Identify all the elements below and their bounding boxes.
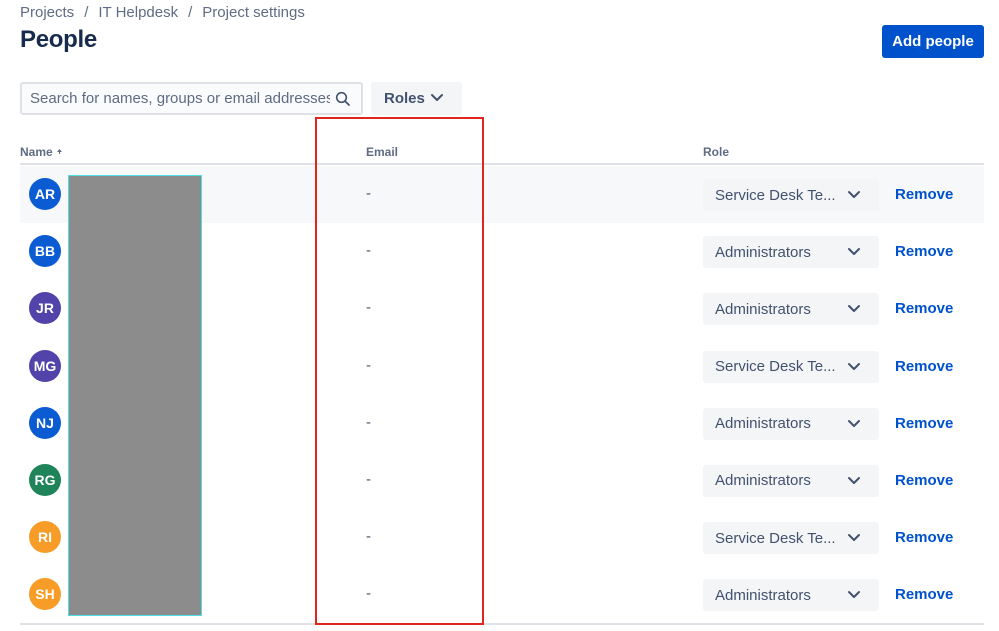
avatar[interactable]: MG (29, 349, 61, 382)
role-select[interactable]: Service Desk Te... (703, 179, 879, 211)
role-select[interactable]: Administrators (703, 293, 879, 326)
role-select-value: Administrators (715, 586, 811, 604)
avatar[interactable]: AR (29, 178, 61, 210)
chevron-down-icon (848, 248, 860, 256)
role-select[interactable]: Administrators (703, 579, 879, 612)
roles-filter-button[interactable]: Roles (371, 82, 462, 115)
page-title: People (20, 26, 97, 53)
chevron-down-icon (848, 191, 860, 198)
chevron-down-icon (848, 362, 860, 370)
breadcrumb-separator: / (188, 4, 193, 21)
role-select-value: Administrators (715, 472, 811, 490)
role-select-value: Administrators (715, 415, 811, 433)
role-select[interactable]: Administrators (703, 236, 879, 269)
remove-link[interactable]: Remove (895, 529, 953, 546)
role-select[interactable]: Administrators (703, 407, 879, 440)
breadcrumb-projects[interactable]: Projects (20, 4, 74, 21)
chevron-down-icon (848, 476, 860, 484)
avatar[interactable]: RG (29, 463, 61, 496)
breadcrumb-separator: / (84, 4, 89, 21)
remove-link[interactable]: Remove (895, 300, 953, 317)
role-select-value: Administrators (715, 243, 811, 261)
chevron-down-icon (848, 591, 860, 599)
chevron-down-icon (848, 419, 860, 427)
remove-link[interactable]: Remove (895, 243, 953, 260)
avatar[interactable]: JR (29, 292, 61, 325)
avatar[interactable]: BB (29, 235, 61, 268)
remove-link[interactable]: Remove (895, 415, 953, 432)
role-select[interactable]: Service Desk Te... (703, 350, 879, 383)
email-column-highlight (315, 117, 484, 625)
chevron-down-icon (848, 305, 860, 313)
role-select[interactable]: Service Desk Te... (703, 522, 879, 555)
remove-link[interactable]: Remove (895, 358, 953, 375)
avatar[interactable]: RI (29, 521, 61, 554)
breadcrumb: Projects / IT Helpdesk / Project setting… (20, 4, 305, 21)
role-select-value: Administrators (715, 300, 811, 318)
role-select[interactable]: Administrators (703, 464, 879, 497)
search-icon[interactable] (335, 91, 351, 107)
table-bottom-divider (20, 623, 984, 625)
add-people-button[interactable]: Add people (882, 25, 984, 58)
name-column-header[interactable]: Name (20, 145, 63, 159)
sort-ascending-icon (56, 149, 62, 154)
roles-filter-label: Roles (384, 90, 425, 107)
role-select-value: Service Desk Te... (715, 358, 836, 376)
remove-link[interactable]: Remove (895, 186, 953, 203)
table-header: Name Email Role (20, 140, 984, 165)
role-select-value: Service Desk Te... (715, 529, 836, 547)
avatar[interactable]: SH (29, 578, 61, 611)
name-redaction-block (68, 175, 202, 616)
search-input[interactable] (30, 90, 330, 107)
avatar[interactable]: NJ (29, 406, 61, 439)
breadcrumb-project-settings[interactable]: Project settings (202, 4, 305, 21)
breadcrumb-it-helpdesk[interactable]: IT Helpdesk (98, 4, 178, 21)
name-header-label: Name (20, 145, 53, 159)
remove-link[interactable]: Remove (895, 586, 953, 603)
chevron-down-icon (431, 94, 443, 101)
search-field[interactable] (20, 82, 363, 115)
remove-link[interactable]: Remove (895, 472, 953, 489)
chevron-down-icon (848, 534, 860, 542)
role-column-header: Role (703, 145, 730, 159)
role-select-value: Service Desk Te... (715, 186, 836, 204)
